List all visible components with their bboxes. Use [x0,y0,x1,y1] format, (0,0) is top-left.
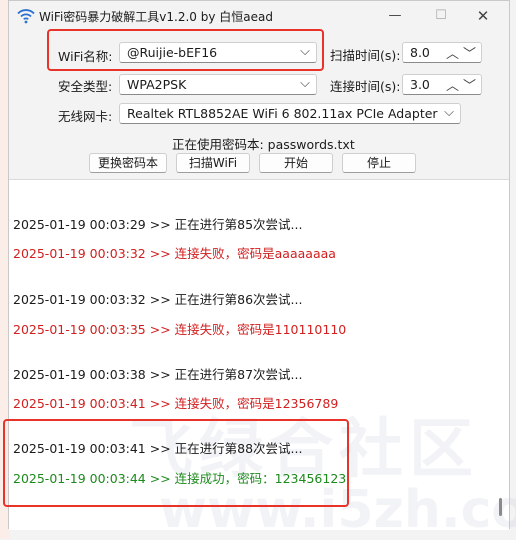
title-bar[interactable]: WiFi密码暴力破解工具v1.2.0 by 白恒aead — ☐ ✕ [9,1,509,31]
connect-time-spinner[interactable]: 3.0 ︿ ﹀ [402,74,482,95]
spin-up-icon[interactable]: ︿ [446,43,459,62]
security-type-select[interactable]: WPA2PSK ⌵ [119,74,317,95]
spin-down-icon[interactable]: ﹀ [463,43,476,62]
log-line: 2025-01-19 00:03:41 >> 连接失败，密码是12356789 [13,396,339,411]
log-line: 2025-01-19 00:03:35 >> 连接失败，密码是110110110 [13,322,347,337]
chevron-down-icon: ⌵ [444,105,454,120]
log-line: 2025-01-19 00:03:32 >> 正在进行第86次尝试... [13,292,303,307]
adapter-label: 无线网卡: [58,109,113,124]
close-button[interactable]: ✕ [463,5,503,27]
security-type-value: WPA2PSK [127,77,187,92]
change-dict-button[interactable]: 更换密码本 [89,153,167,173]
spin-up-icon[interactable]: ︿ [446,75,459,94]
scrollbar-thumb[interactable] [499,498,502,516]
scan-time-value: 8.0 [410,45,430,60]
log-line: 2025-01-19 00:03:29 >> 正在进行第85次尝试... [13,217,303,232]
password-file-status: 正在使用密码本: passwords.txt [172,137,355,152]
spin-down-icon[interactable]: ﹀ [463,75,476,94]
adapter-select[interactable]: Realtek RTL8852AE WiFi 6 802.11ax PCIe A… [119,103,461,124]
log-line: 2025-01-19 00:03:32 >> 连接失败，密码是aaaaaaaa [13,246,336,261]
log-line: 2025-01-19 00:03:38 >> 正在进行第87次尝试... [13,367,303,382]
security-type-label: 安全类型: [58,79,113,94]
window-title: WiFi密码暴力破解工具v1.2.0 by 白恒aead [39,10,273,24]
chevron-down-icon: ⌵ [300,76,310,91]
start-button[interactable]: 开始 [259,153,333,173]
maximize-button[interactable]: ☐ [421,5,461,27]
connect-time-value: 3.0 [410,77,430,92]
scan-time-spinner[interactable]: 8.0 ︿ ﹀ [402,42,482,63]
connect-time-label: 连接时间(s): [330,79,401,94]
minimize-button[interactable]: — [375,5,415,27]
stop-button[interactable]: 停止 [342,153,416,173]
highlight-box-success [3,419,349,507]
highlight-box-wifi [47,29,324,71]
adapter-value: Realtek RTL8852AE WiFi 6 802.11ax PCIe A… [127,106,438,121]
app-window: WiFi密码暴力破解工具v1.2.0 by 白恒aead — ☐ ✕ WiFi名… [3,0,516,540]
scan-time-label: 扫描时间(s): [330,48,401,63]
scan-wifi-button[interactable]: 扫描WiFi [176,153,250,173]
wifi-icon [17,9,35,24]
